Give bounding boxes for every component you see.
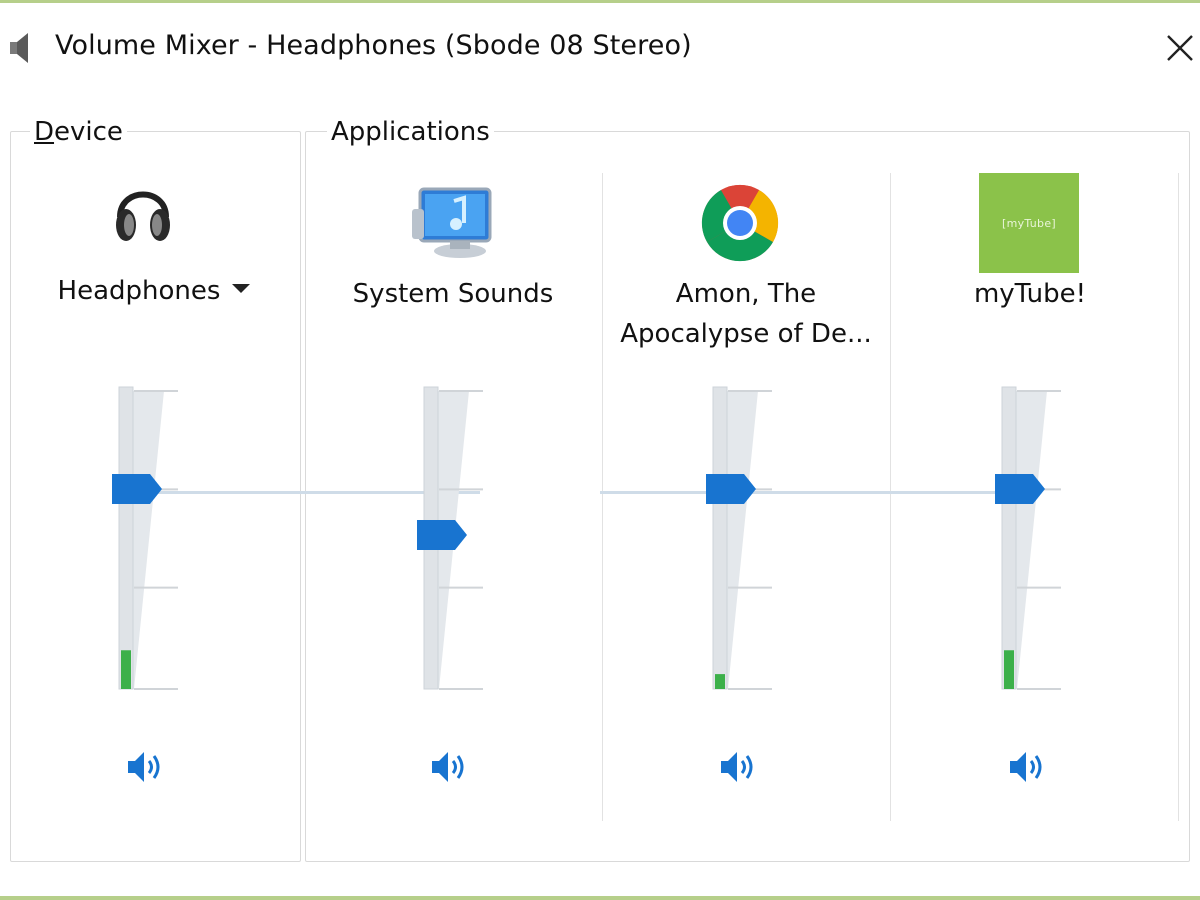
mytube-icon-label: [myTube] bbox=[1002, 216, 1056, 230]
device-select-dropdown[interactable]: Headphones bbox=[4, 271, 304, 311]
speaker-volume-icon[interactable] bbox=[717, 745, 761, 789]
column-divider bbox=[1178, 173, 1179, 821]
close-icon[interactable] bbox=[1156, 24, 1200, 68]
title-bar: Volume Mixer - Headphones (Sbode 08 Ster… bbox=[0, 6, 1200, 86]
app-name-line1: Amon, The bbox=[675, 279, 817, 309]
system-sounds-icon[interactable] bbox=[410, 183, 494, 261]
slider-track bbox=[712, 386, 772, 690]
window-title: Volume Mixer - Headphones (Sbode 08 Ster… bbox=[55, 30, 692, 61]
volume-thumb[interactable] bbox=[995, 474, 1047, 505]
volume-sync-line bbox=[600, 491, 710, 494]
mytube-volume-slider[interactable] bbox=[995, 383, 1065, 693]
peak-meter-level bbox=[715, 674, 725, 689]
chrome-icon[interactable] bbox=[700, 183, 780, 263]
volume-thumb[interactable] bbox=[417, 519, 469, 550]
peak-meter-track bbox=[712, 386, 728, 690]
peak-meter-track bbox=[118, 386, 134, 690]
column-divider bbox=[890, 173, 891, 821]
chrome-volume-slider[interactable] bbox=[706, 383, 776, 693]
speaker-volume-icon[interactable] bbox=[428, 745, 472, 789]
speaker-volume-icon[interactable] bbox=[1006, 745, 1050, 789]
system-sounds-volume-slider[interactable] bbox=[417, 383, 487, 693]
peak-meter-level bbox=[121, 650, 131, 689]
mytube-icon[interactable]: [myTube] bbox=[979, 173, 1079, 273]
slider-track bbox=[118, 386, 178, 690]
applications-group-label: Applications bbox=[327, 116, 494, 148]
chevron-down-icon bbox=[232, 284, 251, 293]
volume-thumb[interactable] bbox=[706, 474, 758, 505]
volume-mixer-window: Volume Mixer - Headphones (Sbode 08 Ster… bbox=[0, 0, 1200, 900]
speaker-volume-icon[interactable] bbox=[124, 745, 168, 789]
app-name-mytube: myTube! bbox=[973, 279, 1087, 309]
device-volume-slider[interactable] bbox=[112, 383, 182, 693]
volume-thumb[interactable] bbox=[112, 474, 164, 505]
speaker-icon bbox=[10, 33, 28, 63]
column-divider bbox=[602, 173, 603, 821]
device-group-label: Device bbox=[30, 116, 127, 148]
peak-meter-level bbox=[1004, 650, 1014, 689]
peak-meter-track bbox=[1001, 386, 1017, 690]
app-name-system-sounds: System Sounds bbox=[352, 279, 554, 309]
device-name: Headphones bbox=[57, 276, 221, 306]
app-name-line2: Apocalypse of De... bbox=[620, 319, 872, 349]
slider-track bbox=[1001, 386, 1061, 690]
headphones-icon[interactable] bbox=[112, 173, 174, 251]
volume-sync-line bbox=[745, 491, 1000, 494]
app-name-chrome: Amon, The Apocalypse of De... bbox=[596, 274, 896, 354]
